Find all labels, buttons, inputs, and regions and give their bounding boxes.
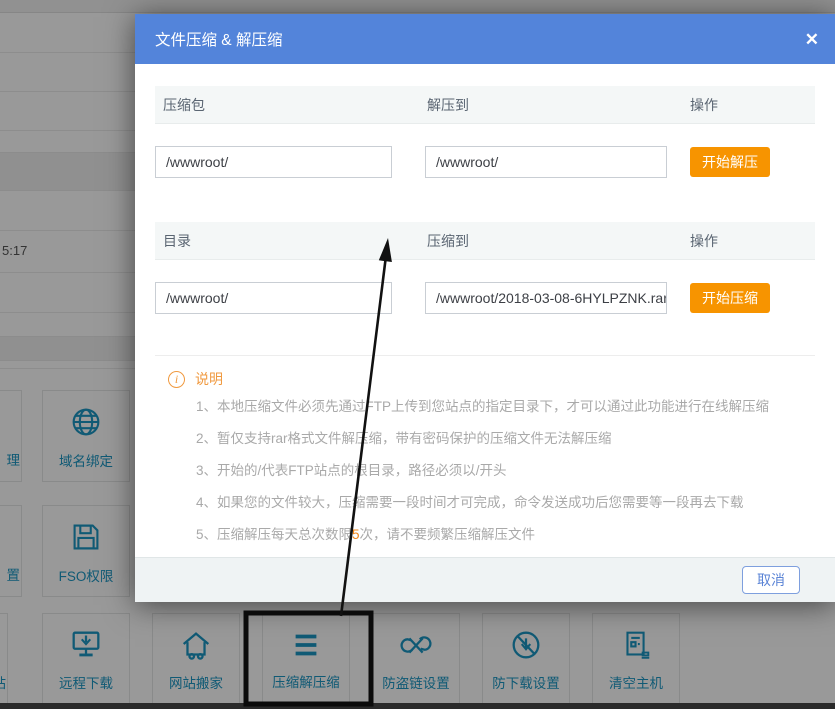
compress-section-row: 开始压缩 <box>155 282 815 314</box>
note-item: 3、开始的/代表FTP站点的根目录，路径必须以/开头 <box>155 456 815 485</box>
modal-header: 文件压缩 & 解压缩 ✕ <box>135 14 835 64</box>
decompress-section-row: 开始解压 <box>155 146 815 178</box>
note-item: 5、压缩解压每天总次数限5次，请不要频繁压缩解压文件 <box>155 520 815 549</box>
info-icon: i <box>168 371 185 388</box>
cancel-button[interactable]: 取消 <box>742 566 800 594</box>
app-background: { "page": { "clock_text": "5:17" }, "til… <box>0 0 835 709</box>
archive-path-input[interactable] <box>155 146 392 178</box>
note-item: 1、本地压缩文件必须先通过FTP上传到您站点的指定目录下，才可以通过此功能进行在… <box>155 392 815 421</box>
extract-to-input[interactable] <box>425 146 667 178</box>
limit-count: 5 <box>352 527 360 542</box>
column-label-directory: 目录 <box>155 231 417 251</box>
compress-section-header: 目录 压缩到 操作 <box>155 222 815 260</box>
modal-title: 文件压缩 & 解压缩 <box>155 28 282 50</box>
notes-section: i 说明 1、本地压缩文件必须先通过FTP上传到您站点的指定目录下，才可以通过此… <box>155 356 815 549</box>
note-item: 2、暂仅支持rar格式文件解压缩，带有密码保护的压缩文件无法解压缩 <box>155 424 815 453</box>
start-decompress-button[interactable]: 开始解压 <box>690 147 770 177</box>
column-label-extract-to: 解压到 <box>417 95 684 115</box>
modal-footer: 取消 <box>135 557 835 602</box>
column-label-action: 操作 <box>684 95 815 115</box>
compression-modal: 文件压缩 & 解压缩 ✕ 压缩包 解压到 操作 开始解压 目录 压缩到 操作 开… <box>135 14 835 602</box>
compress-to-input[interactable] <box>425 282 667 314</box>
column-label-archive: 压缩包 <box>155 95 417 115</box>
start-compress-button[interactable]: 开始压缩 <box>690 283 770 313</box>
notes-title: 说明 <box>195 369 223 389</box>
decompress-section-header: 压缩包 解压到 操作 <box>155 86 815 124</box>
directory-input[interactable] <box>155 282 392 314</box>
column-label-compress-to: 压缩到 <box>417 231 684 251</box>
note-item: 4、如果您的文件较大，压缩需要一段时间才可完成，命令发送成功后您需要等一段再去下… <box>155 488 815 517</box>
close-icon[interactable]: ✕ <box>805 31 819 48</box>
column-label-action: 操作 <box>684 231 815 251</box>
modal-body: 压缩包 解压到 操作 开始解压 目录 压缩到 操作 开始压缩 i 说明 <box>135 86 835 549</box>
